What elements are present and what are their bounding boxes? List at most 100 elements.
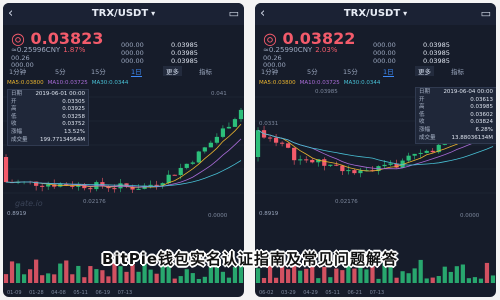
tab-5min[interactable]: 5分	[307, 66, 318, 76]
tab-5min[interactable]: 5分	[55, 66, 66, 76]
candle-body	[214, 136, 219, 143]
stat-label: 000.00	[121, 57, 144, 65]
candle-body	[292, 147, 297, 161]
stat-label: 000.00	[121, 49, 144, 57]
candle-body	[328, 164, 333, 166]
change-cny: ≈0.25996CNY	[11, 46, 61, 54]
tab-15min[interactable]: 15分	[343, 66, 358, 76]
volume-bar	[316, 278, 321, 283]
volume-bar	[172, 278, 177, 283]
candle-body	[424, 150, 429, 153]
tab-indicators[interactable]: 指标	[199, 66, 212, 76]
volume-bar	[304, 268, 309, 283]
tooltip-value: 0.03305	[62, 98, 85, 105]
pair-label: TRX/USDT	[343, 8, 401, 19]
candle-body	[388, 163, 393, 165]
stat-row: 000.00 0.03985	[121, 41, 241, 49]
candle-body	[202, 147, 207, 152]
stat-row: 000.00 0.03985	[121, 57, 241, 65]
stat-value: 0.03985	[171, 49, 198, 57]
volume-bar	[82, 277, 87, 283]
tooltip-label: 成交量	[11, 136, 28, 143]
pair-selector[interactable]: TRX/USDT ▾	[3, 8, 244, 19]
volume-bar	[255, 268, 261, 283]
volume-bar	[154, 273, 159, 283]
tooltip-label: 收	[11, 121, 17, 128]
date-axis: 01-09 01-28 04-08 05-11 06-19 07-13	[7, 290, 133, 296]
tooltip-label: 日期	[11, 91, 23, 97]
candle-body	[40, 185, 45, 187]
axis-mid-label: 0.0331	[259, 121, 279, 127]
candle-body	[154, 184, 159, 186]
change-cny: ≈0.25990CNY	[263, 46, 313, 54]
volume-bar	[400, 271, 405, 283]
tab-1day[interactable]: 1日	[383, 66, 394, 77]
tab-1day[interactable]: 1日	[131, 66, 142, 77]
candle-body	[46, 184, 51, 187]
axis-high-label: 0.041	[211, 91, 227, 97]
interval-tabs: 1分钟 5分 15分 1日 更多 指标	[255, 66, 496, 78]
volume-bar	[220, 271, 226, 283]
price-change: ≈0.25990CNY 2.03%	[263, 46, 337, 54]
ma-legend: MA5:0.03800 MA10:0.03725 MA30:0.0344	[259, 80, 380, 86]
volume-bar	[184, 269, 189, 283]
pair-label: TRX/USDT	[91, 8, 149, 19]
menu-icon[interactable]: ▭	[481, 7, 491, 20]
volume-bar	[178, 276, 183, 283]
tab-more[interactable]: 更多	[163, 66, 182, 76]
stat-label: 000.00	[121, 41, 144, 49]
volume-bar	[3, 274, 9, 283]
volume-bar	[364, 269, 369, 283]
candle-body	[280, 142, 285, 144]
stat-label: 000.00	[373, 49, 396, 57]
candle-body	[286, 143, 291, 148]
candle-body	[178, 167, 183, 175]
candle-body	[148, 184, 153, 186]
candle-body	[430, 150, 435, 153]
volume-label: 0.8919	[259, 211, 279, 217]
axis-low-label: 0.02176	[83, 199, 106, 205]
candle-body	[322, 159, 327, 166]
tab-1min[interactable]: 1分钟	[261, 66, 278, 76]
tab-1min[interactable]: 1分钟	[9, 66, 26, 76]
volume-bar	[232, 266, 238, 283]
pair-selector[interactable]: TRX/USDT ▾	[255, 8, 496, 19]
stat-label: 000.00	[373, 41, 396, 49]
candle-body	[184, 163, 189, 168]
tab-more[interactable]: 更多	[415, 66, 434, 76]
candle-body	[88, 188, 93, 190]
volume-bar	[412, 268, 417, 283]
tooltip-value: 6.28%	[475, 126, 493, 133]
ohlc-tooltip: 日期 2019-06-01 00:00 开 0.03305 高 0.03925 低 0.…	[7, 89, 89, 147]
volume-bar	[352, 268, 357, 283]
tooltip-value: 0.03824	[470, 119, 493, 126]
article-title-banner: BitPie钱包实名认证指南及常见问题解答	[101, 250, 399, 268]
tooltip-value: 13.88036134M	[451, 134, 494, 141]
tab-indicators[interactable]: 指标	[451, 66, 464, 76]
tooltip-label: 收	[419, 119, 425, 126]
candle-body	[190, 162, 195, 164]
candle-body	[273, 137, 279, 143]
candle-body	[208, 142, 213, 148]
menu-icon[interactable]: ▭	[229, 7, 239, 20]
volume-bar	[28, 269, 33, 283]
tab-15min[interactable]: 15分	[91, 66, 106, 76]
tooltip-value: 0.03602	[470, 111, 493, 118]
volume-bar	[490, 275, 496, 283]
axis-low-label: 0.02176	[335, 199, 358, 205]
stat-value: 0.03985	[423, 49, 450, 57]
stat-row: 000.00 0.03985	[373, 41, 493, 49]
volume-bar	[21, 274, 27, 283]
moving-average-line	[5, 160, 242, 187]
date-axis: 06-02 03-29 04-29 05-11 06-21 07-13	[259, 290, 385, 296]
candle-body	[112, 188, 117, 190]
volume-bar	[70, 274, 75, 283]
stat-value: 0.03985	[423, 57, 450, 65]
stat-value: 0.03985	[171, 41, 198, 49]
tooltip-value: 0.03752	[62, 121, 85, 128]
interval-tabs: 1分钟 5分 15分 1日 更多 指标	[3, 66, 244, 78]
candle-body	[238, 109, 244, 120]
candle-body	[226, 126, 232, 129]
candle-body	[418, 152, 423, 154]
volume-bar	[124, 271, 129, 283]
